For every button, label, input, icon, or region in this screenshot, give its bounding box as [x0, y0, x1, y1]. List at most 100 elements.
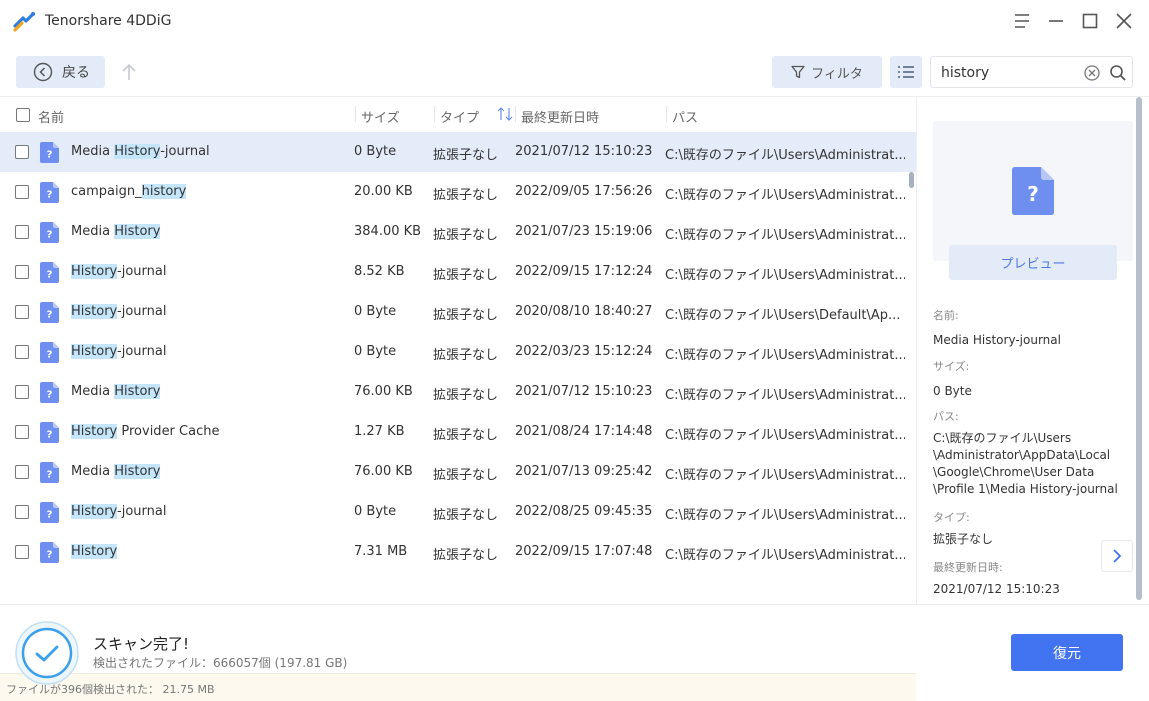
table-row[interactable]: ? History-journal 0 Byte 拡張子なし 2022/03/23 15… [0, 332, 916, 372]
app-logo-icon [13, 12, 35, 32]
file-path: C:\既存のファイル\Users\Administrat... [665, 228, 905, 243]
column-name[interactable]: 名前 [38, 107, 64, 126]
preview-button[interactable]: プレビュー [949, 245, 1117, 280]
chevron-right-icon [1113, 549, 1122, 563]
row-checkbox[interactable] [15, 425, 29, 439]
row-checkbox[interactable] [15, 465, 29, 479]
row-checkbox[interactable] [15, 225, 29, 239]
file-size: 384.00 KB [354, 224, 422, 239]
sort-arrows-icon[interactable] [497, 107, 513, 121]
unknown-file-icon: ? [40, 342, 59, 363]
row-checkbox[interactable] [15, 545, 29, 559]
clear-search-icon[interactable] [1084, 65, 1100, 81]
list-scrollbar[interactable] [908, 132, 914, 577]
table-row[interactable]: ? campaign_history 20.00 KB 拡張子なし 2022/09/05… [0, 172, 916, 212]
file-name-prefix: campaign_ [71, 184, 142, 199]
file-modified: 2022/09/15 17:07:48 [515, 544, 653, 559]
unknown-file-icon: ? [40, 222, 59, 243]
file-type: 拡張子なし [433, 468, 499, 483]
up-arrow-icon[interactable] [120, 62, 138, 82]
file-type: 拡張子なし [433, 308, 499, 323]
list-view-button[interactable] [890, 56, 922, 88]
unknown-file-icon: ? [40, 462, 59, 483]
file-name: campaign_history [71, 184, 187, 199]
file-path: C:\既存のファイル\Users\Administrat... [665, 348, 905, 363]
column-modified[interactable]: 最終更新日時 [521, 107, 599, 126]
search-icon[interactable] [1109, 64, 1127, 82]
row-checkbox[interactable] [15, 265, 29, 279]
table-row[interactable]: ? History-journal 0 Byte 拡張子なし 2020/08/10 18… [0, 292, 916, 332]
file-modified: 2022/09/15 17:12:24 [515, 264, 653, 279]
svg-text:?: ? [47, 230, 53, 241]
file-modified: 2020/08/10 18:40:27 [515, 304, 653, 319]
unknown-file-icon: ? [40, 302, 59, 323]
table-row[interactable]: ? History Provider Cache 1.27 KB 拡張子なし 2021/… [0, 412, 916, 452]
unknown-file-icon: ? [40, 262, 59, 283]
file-type: 拡張子なし [433, 548, 499, 563]
table-row[interactable]: ? History 7.31 MB 拡張子なし 2022/09/15 17:07:48 C… [0, 532, 916, 572]
scan-complete-icon [15, 621, 79, 685]
file-size: 0 Byte [354, 304, 397, 319]
table-row[interactable]: ? Media History 76.00 KB 拡張子なし 2021/07/12 15… [0, 372, 916, 412]
file-name: Media History [71, 384, 161, 399]
file-type: 拡張子なし [433, 388, 499, 403]
table-row[interactable]: ? Media History 76.00 KB 拡張子なし 2021/07/13 09… [0, 452, 916, 492]
row-checkbox[interactable] [15, 505, 29, 519]
filter-button[interactable]: フィルタ [772, 56, 882, 88]
info-path-line: C:\既存のファイル\Users [933, 431, 1072, 445]
info-path-line: \Profile 1\Media History-journal [933, 482, 1118, 496]
svg-text:?: ? [47, 270, 53, 281]
recover-button[interactable]: 復元 [1011, 634, 1123, 671]
info-path-label: パス: [933, 410, 959, 423]
maximize-icon[interactable] [1079, 10, 1101, 32]
search-match-highlight: History [114, 144, 161, 159]
row-checkbox[interactable] [15, 345, 29, 359]
column-type[interactable]: タイプ [440, 107, 479, 126]
menu-icon[interactable] [1011, 10, 1033, 32]
info-modified-value: 2021/07/12 15:10:23 [933, 582, 1060, 596]
file-path: C:\既存のファイル\Users\Administrat... [665, 468, 905, 483]
search-match-highlight: History [71, 264, 118, 279]
minimize-icon[interactable] [1045, 10, 1067, 32]
table-row[interactable]: ? Media History-journal 0 Byte 拡張子なし 2021/07… [0, 132, 916, 172]
file-modified: 2022/09/05 17:56:26 [515, 184, 653, 199]
svg-text:?: ? [1027, 182, 1039, 206]
search-match-highlight: History [71, 344, 118, 359]
close-icon[interactable] [1113, 10, 1135, 32]
table-row[interactable]: ? History-journal 0 Byte 拡張子なし 2022/08/25 09… [0, 492, 916, 532]
search-match-highlight: History [71, 424, 118, 439]
list-scrollbar-thumb[interactable] [909, 172, 914, 188]
info-path-value: C:\既存のファイル\Users \Administrator\AppData\… [933, 430, 1133, 498]
search-match-highlight: History [71, 544, 118, 559]
back-button[interactable]: 戻る [16, 56, 105, 88]
file-modified: 2021/07/13 09:25:42 [515, 464, 653, 479]
file-name-prefix: Media [71, 384, 115, 399]
title-bar: Tenorshare 4DDiG [0, 0, 1149, 44]
row-checkbox[interactable] [15, 385, 29, 399]
column-size[interactable]: サイズ [361, 107, 400, 126]
row-checkbox[interactable] [15, 185, 29, 199]
row-checkbox[interactable] [15, 145, 29, 159]
file-type: 拡張子なし [433, 508, 499, 523]
file-type: 拡張子なし [433, 268, 499, 283]
search-match-highlight: History [114, 464, 161, 479]
unknown-file-icon: ? [40, 382, 59, 403]
file-rows: ? Media History-journal 0 Byte 拡張子なし 2021/07… [0, 132, 916, 577]
file-name-suffix: -journal [117, 504, 167, 519]
info-path: パス: C:\既存のファイル\Users \Administrator\AppD… [933, 408, 1133, 498]
table-row[interactable]: ? History-journal 8.52 KB 拡張子なし 2022/09/15 1… [0, 252, 916, 292]
filter-icon [791, 65, 805, 79]
file-path: C:\既存のファイル\Users\Administrat... [665, 268, 905, 283]
file-name-prefix: Media [71, 144, 115, 159]
info-name: 名前: Media History-journal [933, 307, 1133, 349]
table-row[interactable]: ? Media History 384.00 KB 拡張子なし 2021/07/23 1… [0, 212, 916, 252]
file-path: C:\既存のファイル\Users\Administrat... [665, 548, 905, 563]
next-button[interactable] [1101, 540, 1133, 572]
svg-text:?: ? [47, 190, 53, 201]
file-name: History-journal [71, 504, 166, 519]
row-checkbox[interactable] [15, 305, 29, 319]
column-path[interactable]: パス [672, 107, 698, 126]
search-input[interactable] [941, 63, 1081, 83]
select-all-checkbox[interactable] [16, 108, 30, 122]
preview-scrollbar[interactable] [1136, 97, 1142, 600]
